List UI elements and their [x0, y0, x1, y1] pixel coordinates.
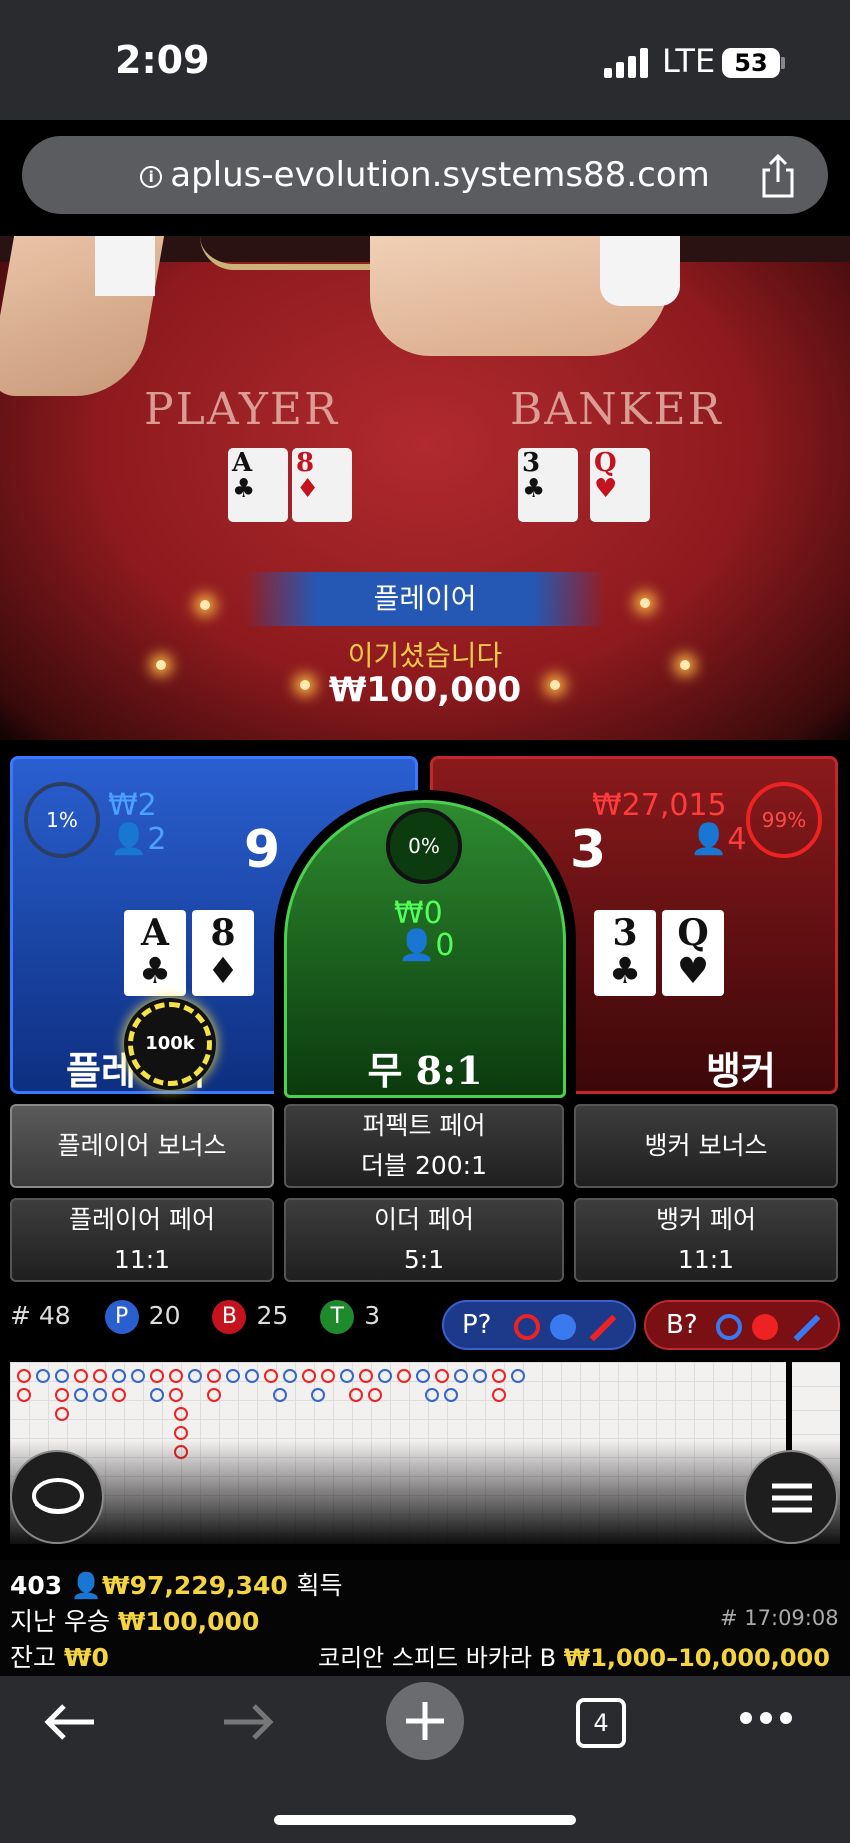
dealer-left-cuff	[95, 236, 155, 296]
tie-label: 무 8:1	[367, 1048, 483, 1093]
player-bettors: 👤2	[110, 822, 167, 857]
banker-prediction-button[interactable]: B?	[644, 1300, 840, 1350]
table-card: A ♣	[228, 448, 288, 522]
player-wins-count: 20	[148, 1301, 181, 1330]
person-icon: 👤	[398, 928, 436, 963]
big-road-circle-icon	[514, 1314, 540, 1340]
battery-icon: 53	[722, 48, 780, 78]
tabs-button[interactable]: 4	[576, 1698, 626, 1748]
winner-label: 플레이어	[373, 582, 477, 615]
banker-pair-button[interactable]: 뱅커 페어 11:1	[574, 1198, 838, 1282]
sparkle	[640, 598, 650, 608]
new-tab-button[interactable]	[386, 1682, 464, 1760]
player-card: 8 ♦	[192, 910, 254, 996]
person-icon: 👤	[70, 1571, 103, 1600]
banker-card: 3 ♣	[594, 910, 656, 996]
small-road-dot-icon	[550, 1314, 576, 1340]
banker-percent-ring: 99%	[746, 782, 822, 858]
url-text: i aplus-evolution.systems88.com	[22, 136, 828, 214]
banker-score: 3	[570, 820, 607, 880]
big-road-circle-icon	[716, 1314, 742, 1340]
tie-dot-icon: T	[320, 1300, 355, 1334]
plus-icon	[406, 1702, 444, 1740]
hamburger-icon	[772, 1483, 812, 1513]
menu-button[interactable]	[744, 1450, 838, 1544]
balance-line: 잔고 ₩0	[10, 1643, 109, 1672]
banker-wins-count: 25	[256, 1301, 289, 1330]
round-count: # 48	[10, 1301, 71, 1330]
table-card: Q ♥	[590, 448, 650, 522]
perfect-pair-button[interactable]: 퍼펙트 페어 더블 200:1	[284, 1104, 564, 1188]
win-amount: ₩100,000	[328, 670, 522, 710]
back-icon[interactable]	[40, 1700, 100, 1744]
round-id: # 17:09:08	[720, 1606, 839, 1630]
banker-bonus-button[interactable]: 뱅커 보너스	[574, 1104, 838, 1188]
player-pair-button[interactable]: 플레이어 페어 11:1	[10, 1198, 274, 1282]
tie-count: 3	[364, 1301, 381, 1330]
small-road-dot-icon	[752, 1314, 778, 1340]
banker-bet-total: ₩27,015	[592, 788, 727, 823]
home-indicator	[274, 1815, 576, 1825]
cockroach-road-line-icon	[793, 1314, 821, 1342]
road-fade-overlay	[0, 1440, 850, 1570]
chat-icon	[32, 1478, 84, 1514]
network-label: LTE	[662, 42, 716, 80]
banker-card: Q ♥	[662, 910, 724, 996]
player-score: 9	[244, 820, 281, 880]
banker-label: 뱅커	[706, 1049, 776, 1093]
table-player-label: PLAYER	[144, 384, 340, 435]
forward-icon[interactable]	[218, 1700, 278, 1744]
cockroach-road-line-icon	[589, 1314, 617, 1342]
person-icon: 👤	[690, 822, 728, 857]
placed-chip: 100k	[128, 1002, 212, 1086]
status-time: 2:09	[115, 38, 210, 82]
dealer-right-cuff	[600, 236, 680, 306]
win-message: 이기셨습니다	[347, 639, 503, 672]
url-value: aplus-evolution.systems88.com	[170, 155, 710, 195]
chat-button[interactable]	[10, 1450, 104, 1544]
table-info: 코리안 스피드 바카라 B ₩1,000–10,000,000	[318, 1644, 830, 1672]
player-prediction-button[interactable]: P?	[442, 1300, 636, 1350]
address-bar[interactable]: i aplus-evolution.systems88.com	[22, 136, 828, 214]
more-icon[interactable]	[740, 1712, 792, 1726]
table-card: 3 ♣	[518, 448, 578, 522]
player-bonus-button[interactable]: 플레이어 보너스	[10, 1104, 274, 1188]
person-icon: 👤	[110, 822, 148, 857]
player-count-line: 403 👤₩97,229,340 획득	[10, 1571, 343, 1600]
player-dot-icon: P	[104, 1300, 139, 1334]
table-banker-label: BANKER	[510, 384, 723, 435]
share-icon[interactable]	[758, 154, 798, 198]
last-win-line: 지난 우승 ₩100,000	[10, 1607, 260, 1636]
banker-bettors: 👤4	[690, 822, 747, 857]
either-pair-button[interactable]: 이더 페어 5:1	[284, 1198, 564, 1282]
tie-bettors: 👤0	[398, 928, 455, 963]
player-bet-total: ₩2	[108, 788, 157, 823]
player-card: A ♣	[124, 910, 186, 996]
battery-nub	[781, 57, 785, 69]
table-card: 8 ♦	[292, 448, 352, 522]
player-percent-ring: 1%	[24, 782, 100, 858]
tie-bet-total: ₩0	[394, 896, 443, 931]
tie-percent-ring: 0%	[386, 808, 462, 884]
signal-icon	[604, 48, 648, 78]
total-won: ₩97,229,340	[102, 1571, 288, 1600]
banker-dot-icon: B	[212, 1300, 247, 1334]
sparkle	[200, 600, 210, 610]
bet-limits: ₩1,000–10,000,000	[563, 1644, 830, 1672]
info-icon: i	[140, 165, 163, 188]
